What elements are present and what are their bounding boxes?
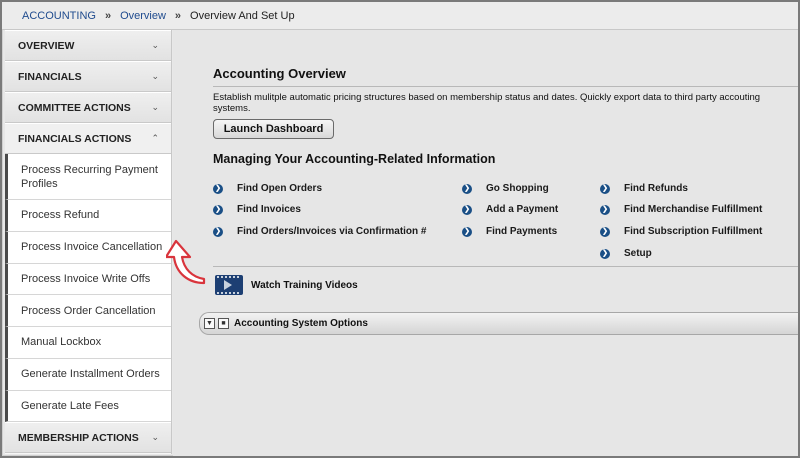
sidebar: OVERVIEW ⌄ FINANCIALS ⌄ COMMITTEE ACTION… <box>5 30 172 454</box>
chevron-down-icon: ⌄ <box>151 432 159 443</box>
link-find-refunds[interactable]: ❯ Find Refunds <box>600 183 688 194</box>
link-label: Find Subscription Fulfillment <box>624 226 763 237</box>
arrow-bullet-icon: ❯ <box>462 226 472 237</box>
arrow-bullet-icon: ❯ <box>462 204 472 215</box>
film-holes <box>217 276 241 278</box>
link-label: Find Orders/Invoices via Confirmation # <box>237 226 427 237</box>
breadcrumb-current: Overview And Set Up <box>190 9 295 22</box>
link-label: Find Open Orders <box>237 183 323 194</box>
panel-icon: ■ <box>218 318 229 329</box>
video-filmstrip-icon[interactable] <box>215 275 243 295</box>
launch-dashboard-button[interactable]: Launch Dashboard <box>213 119 334 139</box>
link-label: Find Merchandise Fulfillment <box>624 204 763 215</box>
film-holes <box>217 292 241 294</box>
sidebar-section-label: FINANCIALS <box>18 70 82 83</box>
link-find-payments[interactable]: ❯ Find Payments <box>462 226 557 237</box>
chevron-down-icon: ⌄ <box>151 71 159 81</box>
link-find-subscription-fulfillment[interactable]: ❯ Find Subscription Fulfillment <box>600 226 762 237</box>
sidebar-item-process-refund[interactable]: Process Refund <box>5 200 171 232</box>
link-label: Find Refunds <box>624 183 688 194</box>
breadcrumb-overview[interactable]: Overview <box>120 10 166 22</box>
arrow-bullet-icon: ❯ <box>600 226 610 237</box>
main-content: Accounting Overview Establish mulitple a… <box>173 30 798 456</box>
sidebar-section-overview[interactable]: OVERVIEW ⌄ <box>5 30 171 61</box>
sidebar-section-label: COMMITTEE ACTIONS <box>18 101 131 114</box>
link-setup[interactable]: ❯ Setup <box>600 248 652 259</box>
arrow-bullet-icon: ❯ <box>213 204 223 215</box>
link-add-a-payment[interactable]: ❯ Add a Payment <box>462 204 558 215</box>
link-label: Setup <box>624 248 652 259</box>
chevron-down-icon: ⌄ <box>151 40 159 50</box>
sidebar-section-label: MEMBERSHIP ACTIONS <box>18 431 139 444</box>
link-go-shopping[interactable]: ❯ Go Shopping <box>462 183 549 194</box>
sidebar-section-membership-actions[interactable]: MEMBERSHIP ACTIONS ⌄ <box>5 422 171 454</box>
arrow-bullet-icon: ❯ <box>462 183 472 194</box>
sidebar-section-label: OVERVIEW <box>18 39 75 52</box>
watch-training-videos-link[interactable]: Watch Training Videos <box>251 280 358 291</box>
sidebar-section-financials[interactable]: FINANCIALS ⌄ <box>5 61 171 92</box>
page-title: Accounting Overview <box>213 66 346 81</box>
sidebar-section-financials-actions[interactable]: FINANCIALS ACTIONS ⌃ <box>5 123 171 154</box>
expand-toggle-icon[interactable]: ▼ <box>204 318 215 329</box>
sidebar-item-process-invoice-write-offs[interactable]: Process Invoice Write Offs <box>5 263 171 296</box>
breadcrumb-separator: » <box>104 9 112 22</box>
arrow-bullet-icon: ❯ <box>213 226 223 237</box>
link-find-invoices[interactable]: ❯ Find Invoices <box>213 204 301 215</box>
link-find-orders-invoices-confirmation[interactable]: ❯ Find Orders/Invoices via Confirmation # <box>213 226 427 237</box>
sidebar-item-process-recurring-payment-profiles[interactable]: Process Recurring Payment Profiles <box>5 154 171 200</box>
sidebar-item-manual-lockbox[interactable]: Manual Lockbox <box>5 327 171 359</box>
sidebar-item-generate-installment-orders[interactable]: Generate Installment Orders <box>5 358 171 391</box>
link-find-merchandise-fulfillment[interactable]: ❯ Find Merchandise Fulfillment <box>600 204 762 215</box>
link-find-open-orders[interactable]: ❯ Find Open Orders <box>213 183 322 194</box>
sidebar-section-label: FINANCIALS ACTIONS <box>18 132 132 145</box>
options-label: Accounting System Options <box>234 318 368 329</box>
sidebar-item-process-invoice-cancellation[interactable]: Process Invoice Cancellation <box>5 231 171 264</box>
breadcrumb-accounting[interactable]: ACCOUNTING <box>22 10 96 22</box>
accounting-system-options-panel[interactable]: ▼ ■ Accounting System Options <box>199 312 798 335</box>
link-label: Go Shopping <box>486 183 549 194</box>
arrow-bullet-icon: ❯ <box>600 183 610 194</box>
divider <box>213 86 798 87</box>
arrow-bullet-icon: ❯ <box>213 183 223 194</box>
divider <box>213 266 798 267</box>
link-label: Add a Payment <box>486 204 559 215</box>
section-title: Managing Your Accounting-Related Informa… <box>213 152 496 166</box>
sidebar-item-generate-late-fees[interactable]: Generate Late Fees <box>5 390 171 423</box>
sidebar-section-committee-actions[interactable]: COMMITTEE ACTIONS ⌄ <box>5 92 171 123</box>
chevron-up-icon: ⌃ <box>151 133 159 143</box>
curved-arrow-icon <box>166 239 206 285</box>
chevron-down-icon: ⌄ <box>151 102 159 112</box>
link-label: Find Payments <box>486 226 558 237</box>
breadcrumb: ACCOUNTING » Overview » Overview And Set… <box>2 2 798 30</box>
arrow-bullet-icon: ❯ <box>600 204 610 215</box>
page-description: Establish mulitple automatic pricing str… <box>213 92 761 114</box>
breadcrumb-separator: » <box>174 9 182 22</box>
sidebar-item-process-order-cancellation[interactable]: Process Order Cancellation <box>5 295 171 327</box>
link-label: Find Invoices <box>237 204 301 215</box>
arrow-bullet-icon: ❯ <box>600 248 610 259</box>
play-icon <box>224 280 232 290</box>
